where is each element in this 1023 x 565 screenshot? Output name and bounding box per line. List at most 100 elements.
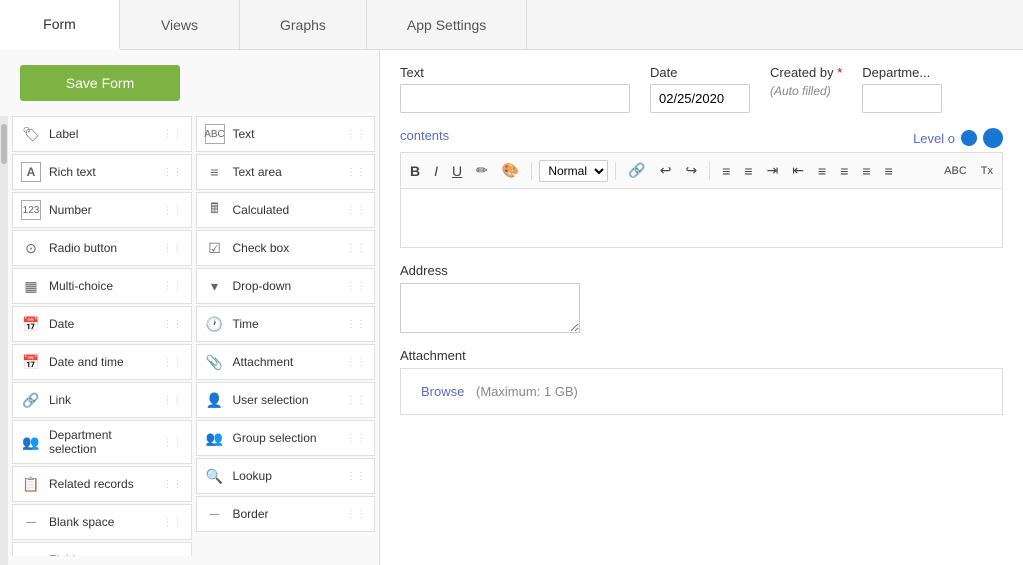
- drag-handle[interactable]: ⋮⋮: [346, 167, 366, 178]
- drag-handle[interactable]: ⋮⋮: [346, 281, 366, 292]
- align-justify-button[interactable]: ≡: [880, 160, 898, 182]
- align-center-button[interactable]: ≡: [835, 160, 853, 182]
- field-date[interactable]: 📅 Date ⋮⋮: [12, 306, 192, 342]
- drag-handle[interactable]: ⋮⋮: [346, 357, 366, 368]
- drag-handle[interactable]: ⋮⋮: [346, 471, 366, 482]
- field-department-selection[interactable]: 👥 Department selection ⋮⋮: [12, 420, 192, 464]
- list-ol-button[interactable]: ≡: [739, 160, 757, 182]
- save-form-button[interactable]: Save Form: [20, 65, 180, 101]
- browse-button[interactable]: Browse: [421, 384, 464, 399]
- editor-area[interactable]: [400, 188, 1003, 248]
- field-time[interactable]: 🕐 Time ⋮⋮: [196, 306, 376, 342]
- drag-handle[interactable]: ⋮⋮: [163, 555, 183, 557]
- drag-handle[interactable]: ⋮⋮: [163, 167, 183, 178]
- field-dropdown[interactable]: ▾ Drop-down ⋮⋮: [196, 268, 376, 304]
- field-multi-choice[interactable]: ▦ Multi-choice ⋮⋮: [12, 268, 192, 304]
- field-rich-text[interactable]: A Rich text ⋮⋮: [12, 154, 192, 190]
- date-input[interactable]: [650, 84, 750, 113]
- text-input[interactable]: [400, 84, 630, 113]
- date-label: Date: [650, 65, 750, 80]
- level-label: Level o: [913, 131, 955, 146]
- date-field-group: Date: [650, 65, 750, 113]
- drag-handle[interactable]: ⋮⋮: [346, 433, 366, 444]
- attachment-icon: 📎: [205, 352, 225, 372]
- drag-handle[interactable]: ⋮⋮: [163, 479, 183, 490]
- align-left-button[interactable]: ≡: [813, 160, 831, 182]
- drag-handle[interactable]: ⋮⋮: [163, 243, 183, 254]
- tab-app-settings[interactable]: App Settings: [367, 0, 527, 49]
- date-time-icon: 📅: [21, 352, 41, 372]
- tab-form[interactable]: Form: [0, 0, 120, 50]
- drag-handle[interactable]: ⋮⋮: [346, 243, 366, 254]
- strikethrough-button[interactable]: ABC: [939, 162, 972, 180]
- field-border-text: Border: [233, 507, 269, 521]
- field-link[interactable]: 🔗 Link ⋮⋮: [12, 382, 192, 418]
- drag-handle[interactable]: ⋮⋮: [163, 395, 183, 406]
- drag-handle[interactable]: ⋮⋮: [346, 319, 366, 330]
- field-border[interactable]: — Border ⋮⋮: [196, 496, 376, 532]
- department-input[interactable]: [862, 84, 942, 113]
- field-number[interactable]: 123 Number ⋮⋮: [12, 192, 192, 228]
- level-dot: [961, 130, 977, 146]
- drag-handle[interactable]: ⋮⋮: [163, 319, 183, 330]
- list-ul-button[interactable]: ≡: [717, 160, 735, 182]
- field-checkbox[interactable]: ☑ Check box ⋮⋮: [196, 230, 376, 266]
- field-group-selection[interactable]: 👥 Group selection ⋮⋮: [196, 420, 376, 456]
- bold-button[interactable]: B: [405, 160, 425, 182]
- toolbar-sep-2: [615, 162, 616, 180]
- drag-handle[interactable]: ⋮⋮: [346, 205, 366, 216]
- calculated-icon: 🖩: [205, 200, 225, 220]
- field-department-text: Department selection: [49, 428, 155, 456]
- field-text-area[interactable]: ≡ Text area ⋮⋮: [196, 154, 376, 190]
- department-field-group: Departme...: [862, 65, 942, 113]
- drag-handle[interactable]: ⋮⋮: [163, 281, 183, 292]
- form-header-fields: Text Date Created by * (Auto filled) Dep…: [400, 65, 1003, 113]
- color-button[interactable]: 🎨: [497, 159, 524, 182]
- required-star: *: [837, 65, 842, 80]
- field-radio-text: Radio button: [49, 241, 117, 255]
- drag-handle[interactable]: ⋮⋮: [346, 129, 366, 140]
- drag-handle[interactable]: ⋮⋮: [346, 509, 366, 520]
- align-right-button[interactable]: ≡: [857, 160, 875, 182]
- tab-graphs[interactable]: Graphs: [240, 0, 367, 49]
- drag-handle[interactable]: ⋮⋮: [163, 437, 183, 448]
- field-attachment[interactable]: 📎 Attachment ⋮⋮: [196, 344, 376, 380]
- italic-button[interactable]: I: [429, 160, 443, 182]
- text-label: Text: [400, 65, 630, 80]
- field-text-area-text: Text area: [233, 165, 282, 179]
- field-blank-space[interactable]: — Blank space ⋮⋮: [12, 504, 192, 540]
- outdent-button[interactable]: ⇤: [787, 159, 809, 182]
- field-text[interactable]: ABC Text ⋮⋮: [196, 116, 376, 152]
- field-label[interactable]: 🏷 Label ⋮⋮: [12, 116, 192, 152]
- field-related-records[interactable]: 📋 Related records ⋮⋮: [12, 466, 192, 502]
- pen-button[interactable]: ✏: [471, 159, 493, 182]
- field-time-text: Time: [233, 317, 259, 331]
- format-select[interactable]: Normal: [539, 160, 608, 182]
- drag-handle[interactable]: ⋮⋮: [346, 395, 366, 406]
- field-date-time[interactable]: 📅 Date and time ⋮⋮: [12, 344, 192, 380]
- rich-text-icon: A: [21, 162, 41, 182]
- field-calculated[interactable]: 🖩 Calculated ⋮⋮: [196, 192, 376, 228]
- drag-handle[interactable]: ⋮⋮: [163, 129, 183, 140]
- underline-button[interactable]: U: [447, 160, 467, 182]
- border-icon: —: [205, 504, 225, 524]
- radio-icon: ⊙: [21, 238, 41, 258]
- field-date-text: Date: [49, 317, 74, 331]
- undo-button[interactable]: ↩: [655, 159, 677, 182]
- clear-format-button[interactable]: Tx: [976, 162, 998, 180]
- dropdown-icon: ▾: [205, 276, 225, 296]
- indent-button[interactable]: ⇥: [762, 159, 784, 182]
- field-user-selection[interactable]: 👤 User selection ⋮⋮: [196, 382, 376, 418]
- contents-label: contents: [400, 128, 449, 143]
- link-button[interactable]: 🔗: [623, 159, 650, 182]
- tab-views[interactable]: Views: [120, 0, 240, 49]
- drag-handle[interactable]: ⋮⋮: [163, 357, 183, 368]
- field-lookup[interactable]: 🔍 Lookup ⋮⋮: [196, 458, 376, 494]
- number-icon: 123: [21, 200, 41, 220]
- drag-handle[interactable]: ⋮⋮: [163, 517, 183, 528]
- field-radio[interactable]: ⊙ Radio button ⋮⋮: [12, 230, 192, 266]
- redo-button[interactable]: ↪: [680, 159, 702, 182]
- drag-handle[interactable]: ⋮⋮: [163, 205, 183, 216]
- field-field-group[interactable]: ▣ Field group ⋮⋮: [12, 542, 192, 556]
- address-input[interactable]: [400, 283, 580, 333]
